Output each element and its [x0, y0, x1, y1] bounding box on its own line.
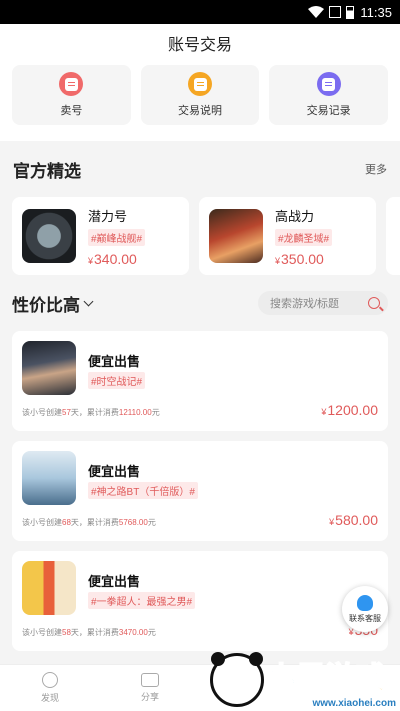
sell-account-button[interactable]: 卖号: [12, 65, 131, 125]
featured-card[interactable]: 高战力 #龙麟圣域# ¥350.00: [199, 197, 376, 275]
watermark-url: www.xiaohei.com: [312, 698, 396, 709]
tab-discover[interactable]: 发现: [0, 665, 100, 711]
no-sim-icon: [329, 6, 342, 18]
listing-card[interactable]: 便宜出售 #时空战记# 该小号创建57天，累计消费12110.00元 ¥1200…: [12, 331, 388, 431]
compass-icon: [42, 672, 58, 688]
featured-price: ¥350.00: [275, 250, 324, 267]
panda-logo-icon: [210, 652, 264, 707]
tile-label: 交易说明: [178, 105, 222, 117]
tab-label: 发现: [40, 693, 59, 703]
value-header: 性价比高 搜索游戏/标题: [0, 275, 400, 331]
share-tv-icon: [141, 673, 159, 687]
tab-label: 分享: [140, 692, 159, 702]
page-title-bar: 账号交易: [0, 24, 400, 62]
game-cover-image: [209, 209, 263, 263]
featured-list: 潜力号 #巅峰战舰# ¥340.00 高战力 #龙麟圣域# ¥350.00: [0, 197, 400, 275]
tile-label: 卖号: [60, 105, 83, 117]
search-icon[interactable]: [368, 297, 380, 309]
status-icons: [308, 5, 355, 19]
value-title: 性价比高: [12, 295, 80, 315]
featured-info: 高战力 #龙麟圣域# ¥350.00: [275, 206, 333, 267]
game-tag: #龙麟圣域#: [275, 228, 333, 246]
featured-card-partial[interactable]: [386, 197, 400, 275]
listing-title: 便宜出售: [88, 574, 141, 589]
game-tag: #神之路BT（千倍版）#: [88, 482, 198, 499]
game-cover-image: [22, 451, 76, 505]
featured-name: 潜力号: [88, 208, 128, 224]
search-input[interactable]: 搜索游戏/标题: [258, 291, 388, 315]
penguin-chat-icon: [357, 594, 373, 611]
status-time: 11:35: [360, 4, 392, 20]
featured-name: 高战力: [275, 208, 315, 224]
listing-meta: 该小号创建58天，累计消费3470.00元: [22, 628, 156, 637]
game-cover-image: [22, 341, 76, 395]
customer-service-button[interactable]: 联系客服: [342, 586, 388, 632]
listing-card[interactable]: 便宜出售 #神之路BT（千倍版）# 该小号创建68天，累计消费5768.00元 …: [12, 441, 388, 541]
wifi-icon: [308, 6, 325, 18]
sort-dropdown[interactable]: 性价比高: [12, 291, 94, 316]
quick-actions: 卖号 交易说明 交易记录: [0, 62, 400, 141]
tile-label: 交易记录: [306, 105, 351, 117]
sell-icon: [59, 72, 84, 96]
listing-title: 便宜出售: [88, 464, 141, 479]
game-tag: #一拳超人：最强之男#: [88, 592, 196, 609]
game-cover-image: [22, 209, 76, 263]
chevron-down-icon: [83, 296, 94, 306]
listing-title: 便宜出售: [88, 354, 141, 369]
featured-price: ¥340.00: [88, 250, 137, 267]
game-cover-image: [22, 561, 76, 615]
featured-info: 潜力号 #巅峰战舰# ¥340.00: [88, 206, 146, 267]
guide-icon: [188, 72, 212, 96]
site-watermark: 小黑游戏 www.xiaohei.com: [200, 651, 400, 711]
listing-meta: 该小号创建68天，累计消费5768.00元: [22, 518, 156, 527]
trade-record-button[interactable]: 交易记录: [269, 65, 389, 125]
status-bar: 11:35: [0, 0, 400, 24]
featured-card[interactable]: 潜力号 #巅峰战舰# ¥340.00: [12, 197, 189, 275]
featured-header: 官方精选 更多: [0, 141, 400, 197]
listing-price: ¥1200.00: [321, 402, 378, 418]
watermark-text: 小黑游戏: [265, 661, 387, 696]
more-link[interactable]: 更多: [365, 161, 387, 177]
listing-card[interactable]: 便宜出售 #一拳超人：最强之男# 该小号创建58天，累计消费3470.00元 ¥…: [12, 551, 388, 651]
game-tag: #时空战记#: [88, 372, 146, 389]
trade-guide-button[interactable]: 交易说明: [140, 65, 260, 125]
featured-title: 官方精选: [13, 161, 81, 181]
page-title: 账号交易: [167, 37, 232, 54]
listing-meta: 该小号创建57天，累计消费12110.00元: [22, 408, 160, 417]
record-icon: [316, 72, 341, 96]
battery-icon: [346, 5, 355, 19]
search-placeholder: 搜索游戏/标题: [270, 298, 340, 310]
game-tag: #巅峰战舰#: [88, 228, 146, 246]
tab-share[interactable]: 分享: [100, 665, 200, 711]
service-label: 联系客服: [349, 613, 381, 623]
listing-price: ¥580.00: [329, 512, 378, 528]
